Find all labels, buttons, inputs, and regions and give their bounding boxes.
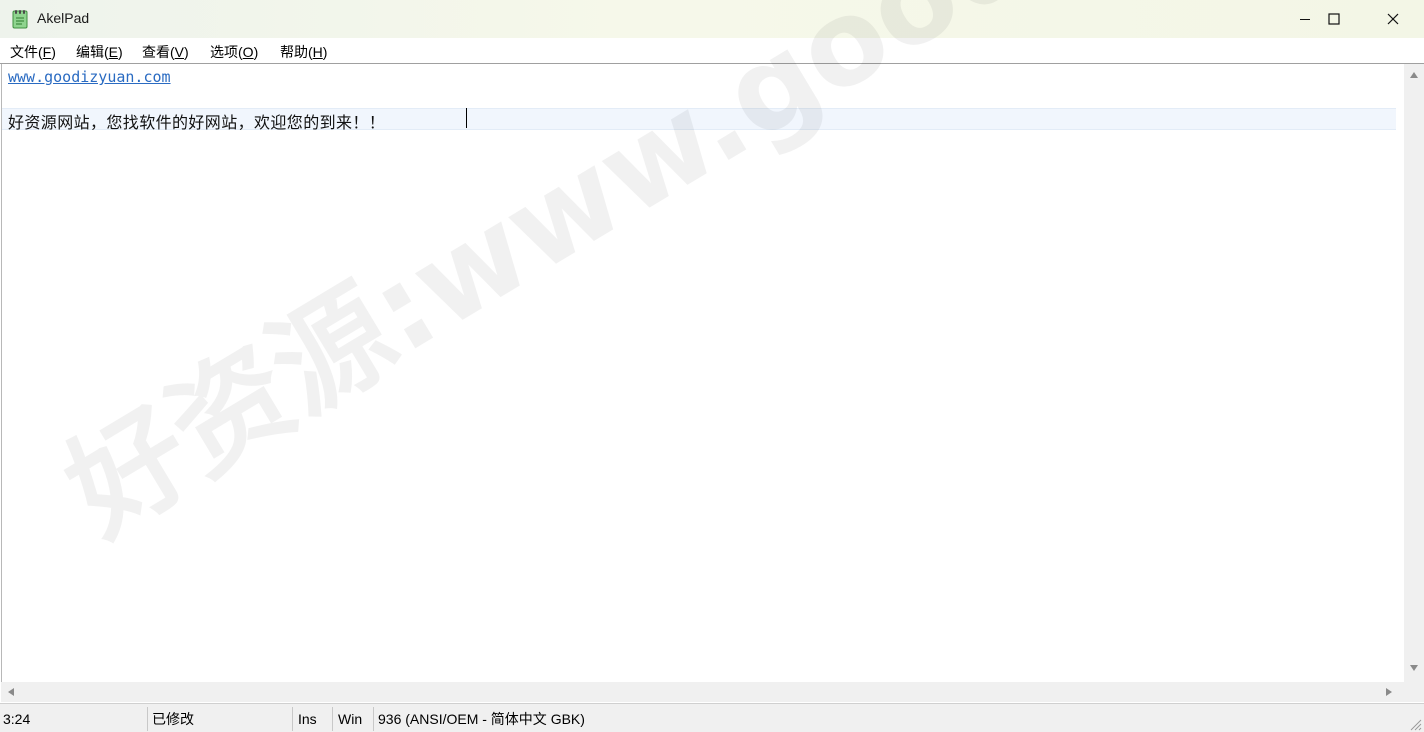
window-title: AkelPad [37, 10, 90, 26]
menu-view-label: 查看( [142, 44, 175, 60]
menu-file-end: ) [51, 44, 56, 60]
close-button[interactable] [1364, 0, 1422, 38]
status-bar: 3:24 已修改 Ins Win 936 (ANSI/OEM - 简体中文 GB… [0, 703, 1424, 732]
scroll-up-icon[interactable] [1410, 72, 1418, 78]
menu-options-end: ) [253, 44, 259, 60]
menu-view-key: V [174, 44, 185, 60]
menu-help-key: H [312, 44, 323, 60]
akelpad-window: AkelPad 文件(F) 编辑(E) 查看(V) 选项(O) 帮助(H) ww… [0, 0, 1424, 732]
scroll-left-icon[interactable] [8, 688, 14, 696]
menu-bar: 文件(F) 编辑(E) 查看(V) 选项(O) 帮助(H) [0, 38, 1424, 64]
status-position: 3:24 [0, 707, 148, 731]
status-newline[interactable]: Win [335, 707, 374, 731]
menu-file[interactable]: 文件(F) [10, 42, 56, 62]
text-caret [466, 108, 467, 128]
menu-help-label: 帮助( [280, 44, 313, 60]
vertical-scrollbar[interactable] [1404, 64, 1424, 682]
text-editor[interactable]: www.goodizyuan.com 好资源网站，您找软件的好网站，欢迎您的到来… [1, 64, 1404, 682]
close-icon [1387, 13, 1399, 25]
menu-edit-label: 编辑( [76, 44, 109, 60]
menu-options-key: O [242, 44, 254, 60]
menu-options-label: 选项( [210, 44, 243, 60]
status-codepage[interactable]: 936 (ANSI/OEM - 简体中文 GBK) [375, 707, 1400, 731]
menu-options[interactable]: 选项(O) [210, 42, 258, 62]
maximize-icon [1328, 13, 1340, 25]
status-insert-mode[interactable]: Ins [295, 707, 333, 731]
scrollbar-corner [1404, 682, 1424, 702]
menu-file-label: 文件( [10, 44, 43, 60]
menu-help-end: ) [322, 44, 328, 60]
menu-edit-key: E [108, 44, 119, 60]
menu-view-end: ) [184, 44, 189, 60]
menu-file-key: F [42, 44, 52, 60]
menu-edit-end: ) [118, 44, 123, 60]
notepad-icon [11, 9, 29, 29]
menu-edit[interactable]: 编辑(E) [76, 42, 123, 62]
menu-view[interactable]: 查看(V) [142, 42, 189, 62]
maximize-button[interactable] [1305, 0, 1363, 38]
status-modified: 已修改 [149, 707, 293, 731]
horizontal-scrollbar[interactable] [1, 682, 1404, 702]
editor-line-url[interactable]: www.goodizyuan.com [8, 68, 171, 86]
menu-help[interactable]: 帮助(H) [280, 42, 327, 62]
scroll-right-icon[interactable] [1386, 688, 1392, 696]
editor-line-text[interactable]: 好资源网站，您找软件的好网站，欢迎您的到来！！ [8, 109, 385, 133]
title-bar[interactable]: AkelPad [0, 0, 1424, 38]
resize-grip-icon[interactable] [1408, 717, 1422, 731]
scroll-down-icon[interactable] [1410, 665, 1418, 671]
